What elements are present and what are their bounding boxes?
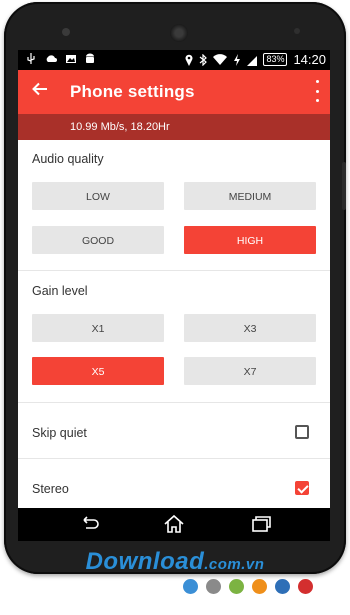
dot [229, 579, 244, 594]
earpiece-speaker [170, 24, 188, 42]
page-title: Phone settings [70, 82, 195, 101]
dot [206, 579, 221, 594]
signal-icon [247, 55, 258, 66]
recent-apps-icon[interactable] [250, 514, 272, 534]
divider [18, 402, 330, 403]
skip-quiet-checkbox[interactable] [295, 425, 309, 439]
clock: 14:20 [293, 52, 326, 67]
quality-low-button[interactable]: LOW [32, 182, 164, 210]
android-icon [86, 53, 94, 63]
location-icon [185, 54, 193, 66]
divider [18, 270, 330, 271]
stereo-label: Stereo [32, 482, 69, 496]
dot [298, 579, 313, 594]
system-icons: 83% 14:20 [185, 52, 326, 67]
front-camera [62, 28, 70, 36]
watermark-domain: .com.vn [204, 556, 265, 573]
gain-x1-button[interactable]: X1 [32, 314, 164, 342]
gain-x7-button[interactable]: X7 [184, 357, 316, 385]
bluetooth-icon [200, 53, 208, 66]
screen: 83% 14:20 Phone settings 10.99 Mb/s, 18.… [18, 50, 330, 541]
power-button [342, 162, 346, 210]
navigation-bar [18, 508, 330, 541]
usb-icon [27, 53, 35, 64]
skip-quiet-label: Skip quiet [32, 426, 87, 440]
dot [183, 579, 198, 594]
proximity-sensor [294, 28, 300, 34]
audio-quality-title: Audio quality [32, 152, 104, 166]
image-icon [66, 55, 76, 63]
back-nav-icon[interactable] [78, 514, 100, 534]
back-arrow-icon[interactable] [32, 80, 48, 102]
gain-x3-button[interactable]: X3 [184, 314, 316, 342]
bitrate-duration-text: 10.99 Mb/s, 18.20Hr [70, 121, 170, 133]
wifi-icon [213, 53, 228, 65]
status-bar: 83% 14:20 [18, 50, 330, 70]
quality-high-button[interactable]: HIGH [184, 226, 316, 254]
gain-x5-button[interactable]: X5 [32, 357, 164, 385]
stereo-checkbox[interactable] [295, 481, 309, 495]
app-bar: Phone settings [18, 70, 330, 114]
dot [275, 579, 290, 594]
quality-good-button[interactable]: GOOD [32, 226, 164, 254]
divider [18, 458, 330, 459]
watermark: Download.com.vn [0, 548, 350, 576]
battery-indicator: 83% [263, 53, 288, 66]
cloud-upload-icon [46, 55, 57, 62]
watermark-dots [183, 579, 313, 594]
overflow-menu-icon[interactable] [314, 80, 320, 102]
charging-icon [234, 53, 241, 66]
gain-level-title: Gain level [32, 284, 88, 298]
quality-medium-button[interactable]: MEDIUM [184, 182, 316, 210]
status-subheader: 10.99 Mb/s, 18.20Hr [18, 114, 330, 140]
home-nav-icon[interactable] [163, 514, 185, 534]
notification-icons [26, 53, 95, 65]
dot [252, 579, 267, 594]
watermark-brand: Download [85, 548, 205, 575]
